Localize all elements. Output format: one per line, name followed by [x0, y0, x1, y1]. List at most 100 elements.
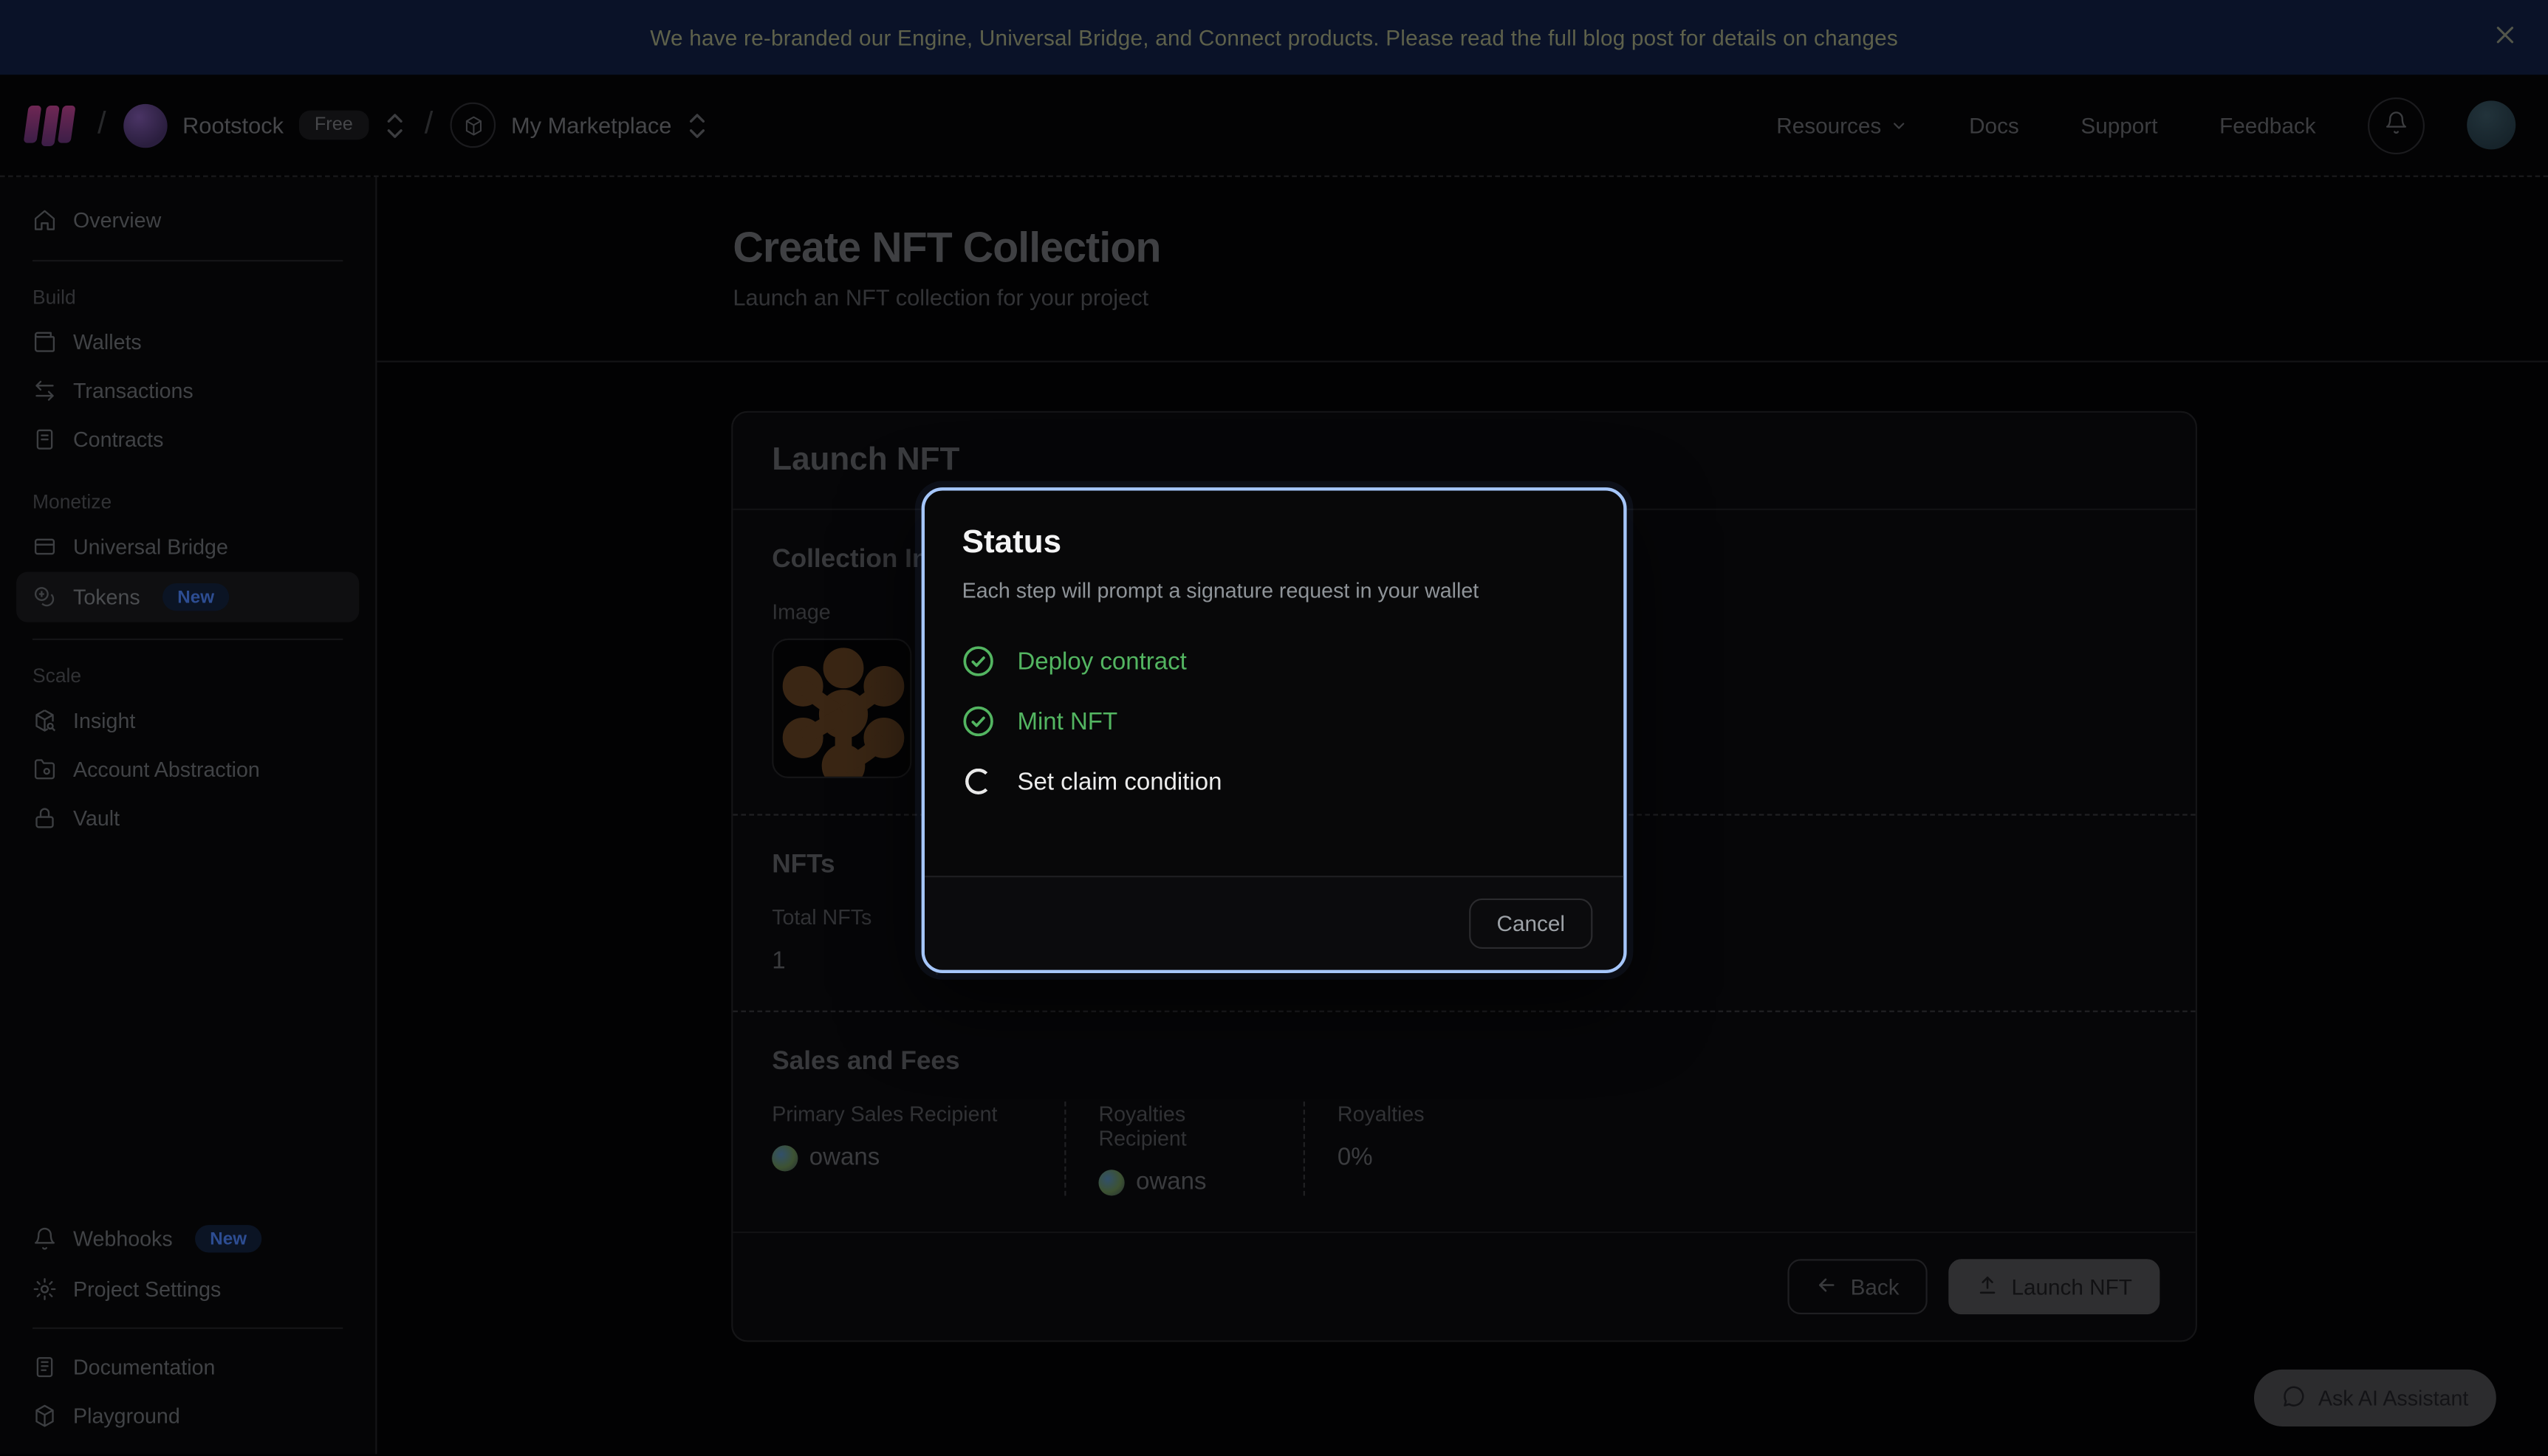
entity-name[interactable]: My Marketplace	[511, 112, 671, 138]
bell-icon	[32, 1226, 57, 1251]
lock-icon	[32, 806, 57, 830]
nav-resources[interactable]: Resources	[1767, 111, 1917, 139]
wallet-avatar	[1098, 1169, 1124, 1195]
banner-close-button[interactable]	[2483, 16, 2525, 58]
file-text-icon	[32, 427, 57, 452]
royalties-value: 0%	[1338, 1144, 1425, 1171]
sidebar-item-universal-bridge[interactable]: Universal Bridge	[16, 523, 359, 571]
sidebar-item-account-abstraction[interactable]: Account Abstraction	[16, 746, 359, 793]
sidebar: Overview Build Wallets Transactions Cont…	[0, 177, 377, 1455]
new-badge: New	[162, 583, 228, 611]
royalties-label: Royalties	[1338, 1102, 1425, 1126]
sidebar-item-label: Universal Bridge	[73, 535, 228, 559]
sidebar-item-label: Webhooks	[73, 1226, 173, 1251]
gear-icon	[32, 1277, 57, 1302]
back-button[interactable]: Back	[1787, 1259, 1927, 1314]
chevrons-up-down-icon	[384, 110, 407, 141]
collection-image	[772, 639, 911, 778]
sales-fees-heading: Sales and Fees	[772, 1048, 2157, 1077]
sidebar-item-label: Wallets	[73, 330, 142, 354]
nav-support[interactable]: Support	[2071, 111, 2167, 139]
sidebar-item-label: Transactions	[73, 379, 194, 403]
home-icon	[32, 208, 57, 233]
chat-bubble-icon	[2281, 1384, 2305, 1413]
modal-subtitle: Each step will prompt a signature reques…	[962, 578, 1586, 602]
check-circle-icon	[962, 645, 995, 678]
sidebar-item-webhooks[interactable]: Webhooks New	[16, 1214, 359, 1264]
sidebar-bottom: Webhooks New Project Settings Documentat…	[16, 1214, 359, 1441]
sidebar-item-contracts[interactable]: Contracts	[16, 416, 359, 463]
entity-switcher[interactable]	[686, 110, 709, 141]
status-modal: Status Each step will prompt a signature…	[922, 487, 1627, 973]
nav-feedback[interactable]: Feedback	[2210, 111, 2326, 139]
status-steps: Deploy contract Mint NFT Set claim condi…	[962, 645, 1586, 798]
sidebar-group-monetize: Monetize	[16, 481, 359, 523]
close-icon	[2492, 23, 2516, 52]
thirdweb-logo-icon[interactable]	[26, 105, 73, 145]
cancel-button[interactable]: Cancel	[1469, 899, 1592, 949]
wallet-avatar	[772, 1144, 798, 1170]
sidebar-item-wallets[interactable]: Wallets	[16, 318, 359, 365]
sidebar-item-label: Vault	[73, 806, 120, 830]
cube-icon	[32, 1404, 57, 1428]
app-root: We have re-branded our Engine, Universal…	[0, 0, 2548, 1456]
sidebar-item-overview[interactable]: Overview	[16, 196, 359, 244]
step-label: Set claim condition	[1017, 768, 1222, 795]
chevrons-up-down-icon	[686, 110, 709, 141]
announcement-text: We have re-branded our Engine, Universal…	[650, 25, 1898, 49]
sidebar-group-scale: Scale	[16, 655, 359, 697]
sidebar-item-label: Contracts	[73, 427, 163, 452]
modal-footer: Cancel	[925, 876, 1623, 970]
sidebar-item-vault[interactable]: Vault	[16, 794, 359, 842]
sidebar-item-label: Playground	[73, 1404, 180, 1428]
step-deploy-contract: Deploy contract	[962, 645, 1586, 678]
project-switcher[interactable]	[384, 110, 407, 141]
folder-icon	[32, 757, 57, 781]
wallet-icon	[32, 330, 57, 354]
royalties-stat: Royalties 0%	[1304, 1102, 1464, 1196]
step-label: Mint NFT	[1017, 707, 1117, 735]
royalties-recipient-stat: Royalties Recipient owans	[1064, 1102, 1303, 1196]
nav-docs[interactable]: Docs	[1959, 111, 2029, 139]
user-avatar[interactable]	[2467, 100, 2516, 149]
ask-ai-assistant-button[interactable]: Ask AI Assistant	[2253, 1370, 2496, 1426]
sidebar-item-insight[interactable]: Insight	[16, 697, 359, 744]
navbar-actions: Resources Docs Support Feedback	[1767, 97, 2516, 154]
box-search-icon	[32, 708, 57, 732]
total-nfts-label: Total NFTs	[772, 905, 897, 930]
breadcrumb-divider: /	[425, 107, 434, 142]
sidebar-item-label: Overview	[73, 208, 161, 233]
sidebar-item-transactions[interactable]: Transactions	[16, 367, 359, 414]
new-badge: New	[195, 1225, 261, 1252]
step-set-claim-condition: Set claim condition	[962, 765, 1586, 797]
sidebar-divider	[32, 260, 343, 261]
chevron-down-icon	[1889, 116, 1907, 134]
sales-fees-section: Sales and Fees Primary Sales Recipient o…	[733, 1012, 2195, 1232]
top-navbar: / Rootstock Free / My Marketplace Resour…	[0, 75, 2548, 177]
sidebar-item-project-settings[interactable]: Project Settings	[16, 1266, 359, 1313]
arrow-left-icon	[1815, 1273, 1838, 1300]
cube-icon	[451, 103, 497, 148]
bell-icon	[2384, 111, 2408, 140]
announcement-banner: We have re-branded our Engine, Universal…	[0, 0, 2548, 75]
sidebar-item-tokens[interactable]: Tokens New	[16, 572, 359, 622]
notifications-button[interactable]	[2368, 97, 2425, 154]
sidebar-item-documentation[interactable]: Documentation	[16, 1344, 359, 1391]
sidebar-item-label: Documentation	[73, 1355, 215, 1379]
sidebar-divider	[32, 639, 343, 640]
arrows-left-right-icon	[32, 379, 57, 403]
card-footer: Back Launch NFT	[733, 1232, 2195, 1340]
royalties-recipient-label: Royalties Recipient	[1098, 1102, 1264, 1150]
sidebar-item-label: Account Abstraction	[73, 757, 260, 781]
page-subtitle: Launch an NFT collection for your projec…	[733, 284, 2483, 310]
coins-icon	[32, 585, 57, 609]
project-name[interactable]: Rootstock	[182, 112, 284, 138]
launch-nft-button[interactable]: Launch NFT	[1948, 1259, 2160, 1314]
primary-sales-label: Primary Sales Recipient	[772, 1102, 1025, 1126]
card-title: Launch NFT	[772, 442, 959, 478]
primary-sales-value: owans	[809, 1144, 880, 1171]
book-icon	[32, 1355, 57, 1379]
sidebar-item-playground[interactable]: Playground	[16, 1393, 359, 1440]
sidebar-divider	[32, 1328, 343, 1329]
modal-title: Status	[962, 525, 1586, 563]
